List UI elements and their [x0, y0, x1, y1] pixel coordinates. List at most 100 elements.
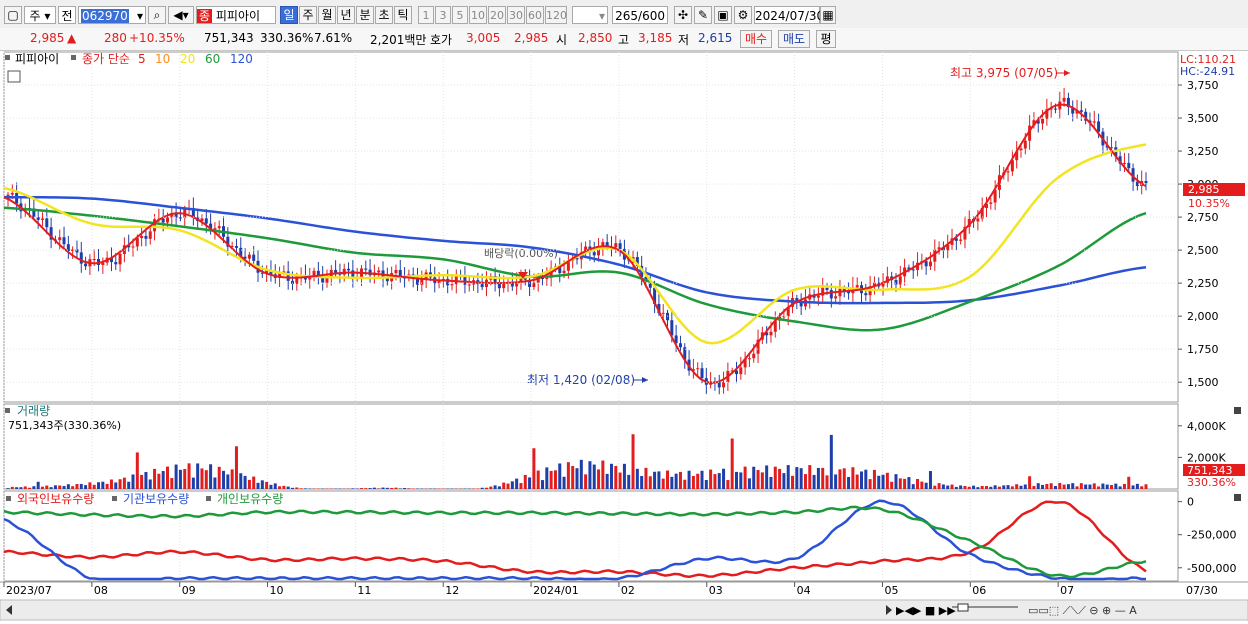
volume-bar — [1140, 486, 1143, 489]
stock-name-field[interactable]: 종 피피아이 — [196, 6, 276, 24]
interval-button[interactable]: 3 — [435, 6, 451, 24]
volume-bar — [481, 488, 484, 489]
interval-button[interactable]: 120 — [545, 6, 567, 24]
gear-icon[interactable]: ⚙ — [734, 6, 752, 24]
window-menu-icon[interactable]: ▢ — [4, 6, 22, 24]
market-select[interactable]: 주 ▾ — [24, 6, 56, 24]
period-button[interactable]: 주 — [299, 6, 317, 24]
volume-bar — [847, 477, 850, 489]
volume-bar — [890, 482, 893, 489]
draw-tool-icon[interactable]: ✎ — [694, 6, 712, 24]
open-price: 2,850 — [578, 31, 612, 45]
sound-icon[interactable]: ◀▾ — [168, 6, 194, 24]
interval-button[interactable]: 60 — [526, 6, 544, 24]
period-button[interactable]: 분 — [356, 6, 374, 24]
quote-bar: 2,985 ▲ 280 +10.35% 751,343 330.36% 7.61… — [0, 28, 1248, 51]
stock-chart[interactable]: 피피아이 종가 단순 5102060120 LC:110.21 HC:-24.9… — [0, 51, 1248, 621]
date-tick-label: 07 — [1060, 584, 1074, 597]
stock-code-input[interactable]: 062970 ▾ — [78, 6, 146, 24]
calendar-icon[interactable]: ▦ — [820, 6, 836, 24]
search-icon[interactable]: ⌕ — [148, 6, 166, 24]
volume-bar — [782, 473, 785, 489]
volume-bar — [701, 471, 704, 489]
volume-bar — [248, 480, 251, 489]
volume-bar — [101, 482, 104, 489]
prev-day-button[interactable]: 전 — [58, 6, 76, 24]
holding-legend: 외국인보유수량기관보유수량개인보유수량 — [6, 492, 283, 506]
volume-bar — [287, 487, 290, 489]
panel-close-icon[interactable] — [1234, 407, 1241, 414]
period-button[interactable]: 년 — [337, 6, 355, 24]
panel-close-icon[interactable] — [1234, 494, 1241, 501]
date-tick-label: 02 — [621, 584, 635, 597]
interval-input[interactable]: ▾ — [572, 6, 608, 24]
volume-bar — [623, 464, 626, 489]
settings-grid-icon[interactable] — [8, 71, 20, 82]
volume-pct: 330.36% — [260, 31, 313, 45]
period-button[interactable]: 일 — [280, 6, 298, 24]
volume-bar — [1071, 483, 1074, 489]
date-field[interactable]: 2024/07/30 — [754, 6, 820, 24]
interval-button[interactable]: 30 — [507, 6, 525, 24]
volume-bar — [403, 488, 406, 489]
volume-bar — [869, 479, 872, 489]
volume-bar — [955, 487, 958, 489]
volume-bar — [88, 482, 91, 489]
volume-bar — [675, 474, 678, 489]
interval-button[interactable]: 5 — [452, 6, 468, 24]
volume-bar — [873, 470, 876, 489]
period-button[interactable]: 틱 — [394, 6, 412, 24]
ma-legend-20: 20 — [180, 52, 195, 66]
candle-body — [347, 269, 350, 271]
volume-bar — [511, 481, 514, 489]
volume-bar — [985, 486, 988, 489]
save-icon[interactable]: ▣ — [714, 6, 732, 24]
date-tick-label: 08 — [94, 584, 108, 597]
volume-bar — [32, 486, 35, 489]
candle-body — [722, 382, 725, 387]
period-button[interactable]: 초 — [375, 6, 393, 24]
sell-button[interactable]: 매도 — [778, 30, 810, 48]
zoom-handle[interactable] — [958, 604, 968, 611]
volume-panel-value: 751,343주(330.36%) — [8, 419, 121, 432]
market-select-label: 주 — [30, 9, 41, 23]
volume-bar — [614, 466, 617, 489]
volume-bar — [149, 479, 152, 489]
candle-body — [420, 279, 423, 284]
ask-label: 호가 — [430, 31, 452, 48]
buy-button[interactable]: 매수 — [740, 30, 772, 48]
volume-bar — [619, 473, 622, 489]
volume-bar — [817, 468, 820, 489]
period-button[interactable]: 월 — [318, 6, 336, 24]
interval-button[interactable]: 10 — [469, 6, 487, 24]
scroll-bar[interactable]: ▶◀▶ ■ ▶▶ ▭▭⬚ ⟋⟍⟋ ⊖ ⊕ — A — [0, 600, 1248, 620]
playback-controls-icon[interactable]: ▶◀▶ ■ ▶▶ — [896, 604, 956, 617]
volume-bar — [377, 488, 380, 489]
interval-button[interactable]: 1 — [418, 6, 434, 24]
candle-body — [481, 284, 484, 287]
candle-body — [205, 218, 208, 223]
date-tick-label: 11 — [357, 584, 371, 597]
volume-bar — [97, 482, 100, 489]
ma-legend-10: 10 — [155, 52, 170, 66]
volume-bar — [563, 477, 566, 489]
volume-bar — [67, 484, 70, 489]
volume-bar — [567, 462, 570, 489]
volume-bar — [360, 488, 363, 489]
crosshair-icon[interactable]: ✣ — [674, 6, 692, 24]
volume-bar — [93, 485, 96, 489]
volume-bar — [748, 478, 751, 489]
candle-body — [1093, 121, 1096, 122]
view-tools-icon[interactable]: ▭▭⬚ ⟋⟍⟋ ⊖ ⊕ — A — [1028, 604, 1137, 617]
low-label: 저 — [678, 31, 689, 48]
average-button[interactable]: 평 — [816, 30, 836, 48]
volume-bar — [132, 475, 135, 489]
count-field[interactable]: 265/600 — [612, 6, 668, 24]
volume-bar — [726, 480, 729, 489]
volume-bar — [54, 485, 57, 489]
candle-body — [132, 246, 135, 247]
candle-body — [739, 367, 742, 374]
candle-body — [45, 218, 48, 227]
dropdown-arrow-icon[interactable]: ▾ — [137, 7, 143, 25]
interval-button[interactable]: 20 — [488, 6, 506, 24]
